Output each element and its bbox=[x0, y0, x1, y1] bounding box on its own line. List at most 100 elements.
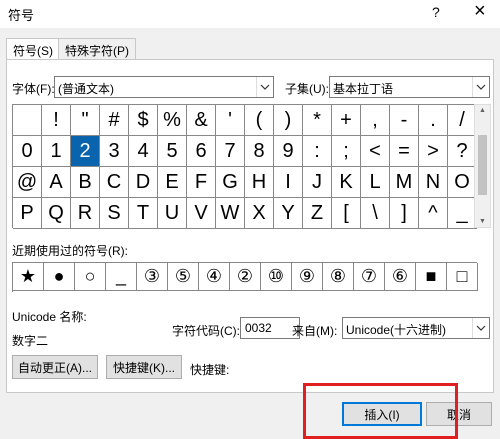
symbol-cell[interactable]: M bbox=[390, 167, 419, 198]
symbol-cell[interactable]: N bbox=[419, 167, 448, 198]
symbol-cell[interactable]: 5 bbox=[158, 136, 187, 167]
symbol-cell[interactable]: < bbox=[361, 136, 390, 167]
symbol-cell[interactable]: 1 bbox=[42, 136, 71, 167]
symbol-cell[interactable]: J bbox=[303, 167, 332, 198]
recent-symbol-cell[interactable]: ■ bbox=[416, 263, 447, 291]
symbol-cell[interactable]: 3 bbox=[100, 136, 129, 167]
symbol-cell[interactable]: 0 bbox=[13, 136, 42, 167]
from-label: 来自(M): bbox=[292, 324, 338, 338]
recent-symbol-cell[interactable]: ② bbox=[230, 263, 261, 291]
symbol-cell[interactable]: = bbox=[390, 136, 419, 167]
autocorrect-button[interactable]: 自动更正(A)... bbox=[12, 355, 98, 379]
scrollbar-thumb[interactable] bbox=[478, 135, 487, 195]
shortcut-key-button[interactable]: 快捷键(K)... bbox=[106, 355, 182, 379]
symbol-cell[interactable]: + bbox=[332, 105, 361, 136]
symbol-cell[interactable]: C bbox=[100, 167, 129, 198]
recent-symbol-cell[interactable]: ● bbox=[44, 263, 75, 291]
symbol-cell[interactable] bbox=[13, 105, 42, 136]
symbol-cell[interactable]: : bbox=[303, 136, 332, 167]
symbol-cell[interactable]: U bbox=[158, 198, 187, 229]
symbol-cell[interactable]: * bbox=[303, 105, 332, 136]
from-dropdown[interactable]: Unicode(十六进制) bbox=[342, 317, 490, 339]
recent-symbol-cell[interactable]: ⑤ bbox=[168, 263, 199, 291]
shortcut-key-label: 快捷键: bbox=[190, 363, 230, 377]
recent-symbol-cell[interactable]: ③ bbox=[137, 263, 168, 291]
symbol-cell[interactable]: G bbox=[216, 167, 245, 198]
symbol-cell[interactable]: V bbox=[187, 198, 216, 229]
font-dropdown[interactable]: (普通文本) bbox=[54, 76, 274, 98]
recent-symbol-cell[interactable]: ⑩ bbox=[261, 263, 292, 291]
recent-symbol-cell[interactable]: ⑥ bbox=[385, 263, 416, 291]
symbol-cell[interactable]: W bbox=[216, 198, 245, 229]
recent-symbol-cell[interactable]: _ bbox=[106, 263, 137, 291]
symbol-cell[interactable]: . bbox=[419, 105, 448, 136]
symbol-cell[interactable]: H bbox=[245, 167, 274, 198]
symbol-cell[interactable]: 8 bbox=[245, 136, 274, 167]
symbol-cell[interactable]: A bbox=[42, 167, 71, 198]
tab-symbols[interactable]: 符号(S) bbox=[6, 38, 60, 61]
symbol-cell[interactable]: S bbox=[100, 198, 129, 229]
scroll-up-icon[interactable]: ▲ bbox=[475, 107, 490, 114]
symbol-cell[interactable]: R bbox=[71, 198, 100, 229]
recent-symbol-cell[interactable]: ⑧ bbox=[323, 263, 354, 291]
symbol-cell[interactable]: / bbox=[448, 105, 477, 136]
symbol-cell[interactable]: 4 bbox=[129, 136, 158, 167]
recent-symbol-cell[interactable]: ⑦ bbox=[354, 263, 385, 291]
help-button[interactable]: ? bbox=[432, 4, 440, 20]
symbol-cell[interactable]: Z bbox=[303, 198, 332, 229]
recent-symbol-cell[interactable]: ④ bbox=[199, 263, 230, 291]
symbol-cell[interactable]: Y bbox=[274, 198, 303, 229]
symbol-cell[interactable]: & bbox=[187, 105, 216, 136]
symbol-cell[interactable]: @ bbox=[13, 167, 42, 198]
symbol-cell[interactable]: 7 bbox=[216, 136, 245, 167]
symbol-cell[interactable]: ? bbox=[448, 136, 477, 167]
char-code-input[interactable]: 0032 bbox=[240, 317, 300, 339]
symbol-cell[interactable]: ( bbox=[245, 105, 274, 136]
symbol-cell[interactable]: " bbox=[71, 105, 100, 136]
subset-dropdown[interactable]: 基本拉丁语 bbox=[329, 76, 490, 98]
symbol-cell[interactable]: ! bbox=[42, 105, 71, 136]
symbol-cell[interactable]: \ bbox=[361, 198, 390, 229]
symbol-cell[interactable]: O bbox=[448, 167, 477, 198]
symbol-cell[interactable]: ] bbox=[390, 198, 419, 229]
symbol-cell[interactable]: B bbox=[71, 167, 100, 198]
insert-button[interactable]: 插入(I) bbox=[342, 402, 422, 426]
tab-special-characters[interactable]: 特殊字符(P) bbox=[58, 38, 136, 60]
recent-symbols-label: 近期使用过的符号(R): bbox=[12, 244, 128, 258]
recent-symbol-cell[interactable]: ⑨ bbox=[292, 263, 323, 291]
symbol-cell[interactable]: % bbox=[158, 105, 187, 136]
symbol-cell[interactable]: 9 bbox=[274, 136, 303, 167]
cancel-button[interactable]: 取消 bbox=[426, 402, 492, 426]
symbol-cell[interactable]: # bbox=[100, 105, 129, 136]
recent-symbol-cell[interactable]: □ bbox=[447, 263, 478, 291]
symbol-grid-scrollbar[interactable]: ▲ ▼ bbox=[474, 104, 491, 228]
close-button[interactable]: × bbox=[474, 1, 486, 21]
symbol-cell[interactable]: T bbox=[129, 198, 158, 229]
recent-symbols: ★ ● ○ _ ③ ⑤ ④ ② ⑩ ⑨ ⑧ ⑦ ⑥ ■ □ bbox=[12, 262, 478, 292]
symbol-cell[interactable]: E bbox=[158, 167, 187, 198]
symbol-cell[interactable]: D bbox=[129, 167, 158, 198]
symbol-cell[interactable]: 6 bbox=[187, 136, 216, 167]
symbol-cell[interactable]: - bbox=[390, 105, 419, 136]
symbol-cell[interactable]: P bbox=[13, 198, 42, 229]
symbol-cell[interactable]: ^ bbox=[419, 198, 448, 229]
symbol-cell[interactable]: K bbox=[332, 167, 361, 198]
symbol-cell[interactable]: L bbox=[361, 167, 390, 198]
symbol-cell[interactable]: Q bbox=[42, 198, 71, 229]
symbol-cell[interactable]: I bbox=[274, 167, 303, 198]
symbol-cell[interactable]: _ bbox=[448, 198, 477, 229]
recent-symbol-cell[interactable]: ○ bbox=[75, 263, 106, 291]
symbol-cell[interactable]: ' bbox=[216, 105, 245, 136]
symbol-cell[interactable]: X bbox=[245, 198, 274, 229]
symbol-cell[interactable]: 2 bbox=[71, 136, 100, 167]
symbol-cell[interactable]: [ bbox=[332, 198, 361, 229]
scroll-down-icon[interactable]: ▼ bbox=[475, 218, 490, 225]
recent-symbol-cell[interactable]: ★ bbox=[13, 263, 44, 291]
symbol-cell[interactable]: , bbox=[361, 105, 390, 136]
symbol-cell[interactable]: > bbox=[419, 136, 448, 167]
symbol-cell[interactable]: ) bbox=[274, 105, 303, 136]
symbol-cell[interactable]: $ bbox=[129, 105, 158, 136]
from-value: Unicode(十六进制) bbox=[346, 323, 447, 337]
symbol-cell[interactable]: ; bbox=[332, 136, 361, 167]
symbol-cell[interactable]: F bbox=[187, 167, 216, 198]
